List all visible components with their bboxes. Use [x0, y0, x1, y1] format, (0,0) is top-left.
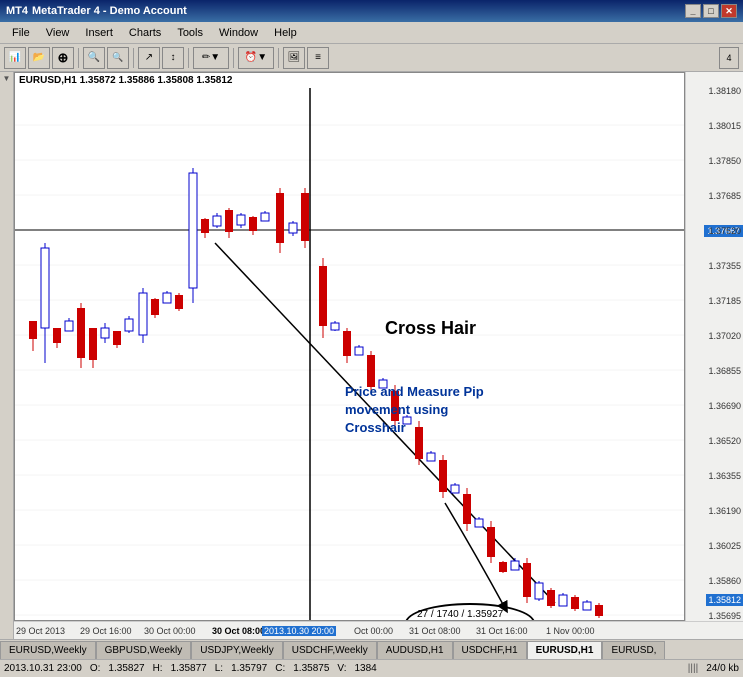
- status-close-label: C:: [275, 663, 285, 674]
- oval-text: 27 / 1740 / 1.35927: [417, 609, 503, 620]
- price-label-12: 1.36190: [708, 506, 741, 516]
- status-open-value: 1.35827: [108, 663, 144, 674]
- status-datetime: 2013.10.31 23:00: [4, 663, 82, 674]
- price-label-4: 1.37520: [708, 226, 741, 236]
- toolbar-zoom-in[interactable]: 🔍: [83, 47, 105, 69]
- price-label-11: 1.36355: [708, 471, 741, 481]
- tab-usdjpy-weekly[interactable]: USDJPY,Weekly: [191, 641, 283, 659]
- symbol-tabs: EURUSD,Weekly GBPUSD,Weekly USDJPY,Weekl…: [0, 639, 743, 659]
- tab-usdchf-h1[interactable]: USDCHF,H1: [453, 641, 527, 659]
- price-label-0: 1.38180: [708, 86, 741, 96]
- status-high-label: H:: [153, 663, 163, 674]
- menu-bar: File View Insert Charts Tools Window Hel…: [0, 22, 743, 44]
- status-low-label: L:: [215, 663, 223, 674]
- price-label-10: 1.36520: [708, 436, 741, 446]
- menu-help[interactable]: Help: [266, 25, 305, 41]
- status-volume-value: 1384: [354, 663, 376, 674]
- status-close-value: 1.35875: [293, 663, 329, 674]
- status-bars: 24/0 kb: [706, 663, 739, 674]
- toolbar-new-chart[interactable]: 📊: [4, 47, 26, 69]
- toolbar-zoom-out[interactable]: 🔍: [107, 47, 129, 69]
- status-low-value: 1.35797: [231, 663, 267, 674]
- toolbar-period[interactable]: ↕: [162, 47, 184, 69]
- minimize-button[interactable]: _: [685, 4, 701, 18]
- tab-usdchf-weekly[interactable]: USDCHF,Weekly: [283, 641, 377, 659]
- toolbar-screenshot[interactable]: 🖼: [283, 47, 305, 69]
- menu-charts[interactable]: Charts: [121, 25, 169, 41]
- toolbar-time[interactable]: ⏰▼: [238, 47, 274, 69]
- title-bar: MT4 MetaTrader 4 - Demo Account _ □ ✕: [0, 0, 743, 22]
- app-icon: MT4: [6, 5, 28, 17]
- toolbar-crosshair[interactable]: ⊕: [52, 47, 74, 69]
- toolbar-template[interactable]: ✏▼: [193, 47, 229, 69]
- menu-file[interactable]: File: [4, 25, 38, 41]
- tab-audusd-h1[interactable]: AUDUSD,H1: [377, 641, 453, 659]
- menu-tools[interactable]: Tools: [169, 25, 211, 41]
- tab-gbpusd-weekly[interactable]: GBPUSD,Weekly: [96, 641, 192, 659]
- close-button[interactable]: ✕: [721, 4, 737, 18]
- status-volume-label: V:: [337, 663, 346, 674]
- status-high-value: 1.35877: [171, 663, 207, 674]
- status-spread-icon: ||||: [688, 663, 698, 674]
- tab-eurusd-h1[interactable]: EURUSD,H1: [527, 641, 603, 659]
- current-price-tag: 1.35812: [706, 594, 743, 606]
- status-bar: 2013.10.31 23:00 O: 1.35827 H: 1.35877 L…: [0, 659, 743, 677]
- price-label-13: 1.36025: [708, 541, 741, 551]
- toolbar-arrow[interactable]: ↗: [138, 47, 160, 69]
- restore-button[interactable]: □: [703, 4, 719, 18]
- price-label-8: 1.36855: [708, 366, 741, 376]
- price-label-9: 1.36690: [708, 401, 741, 411]
- status-open-label: O:: [90, 663, 101, 674]
- price-label-2: 1.37850: [708, 156, 741, 166]
- price-label-7: 1.37020: [708, 331, 741, 341]
- price-label-14: 1.35860: [708, 576, 741, 586]
- chart-svg: [15, 73, 685, 621]
- left-scroll-indicator: ▼: [3, 74, 11, 83]
- price-label-1: 1.38015: [708, 121, 741, 131]
- tab-eurusd-extra[interactable]: EURUSD,: [602, 641, 665, 659]
- annotation-pip: Price and Measure Pip movement using Cro…: [345, 383, 484, 438]
- menu-window[interactable]: Window: [211, 25, 266, 41]
- price-label-6: 1.37185: [708, 296, 741, 306]
- menu-view[interactable]: View: [38, 25, 78, 41]
- toolbar-open[interactable]: 📂: [28, 47, 50, 69]
- price-label-15: 1.35695: [708, 611, 741, 621]
- toolbar: 📊 📂 ⊕ 🔍 🔍 ↗ ↕ ✏▼ ⏰▼ 🖼 ≡ 4: [0, 44, 743, 72]
- annotation-crosshair: Cross Hair: [385, 318, 476, 339]
- price-axis: 1.37667 1.38180 1.38015 1.37850 1.37685 …: [685, 72, 743, 621]
- toolbar-experts[interactable]: 4: [719, 47, 739, 69]
- price-label-5: 1.37355: [708, 261, 741, 271]
- price-label-3: 1.37685: [708, 191, 741, 201]
- chart-symbol-info: EURUSD,H1 1.35872 1.35886 1.35808 1.3581…: [19, 75, 233, 86]
- menu-insert[interactable]: Insert: [77, 25, 121, 41]
- tab-eurusd-weekly[interactable]: EURUSD,Weekly: [0, 641, 96, 659]
- toolbar-options[interactable]: ≡: [307, 47, 329, 69]
- chart-area[interactable]: EURUSD,H1 1.35872 1.35886 1.35808 1.3581…: [14, 72, 685, 621]
- oval-annotation: [405, 603, 535, 621]
- time-axis: 29 Oct 2013 29 Oct 16:00 30 Oct 00:00 30…: [14, 621, 743, 639]
- window-title: MetaTrader 4 - Demo Account: [32, 5, 187, 17]
